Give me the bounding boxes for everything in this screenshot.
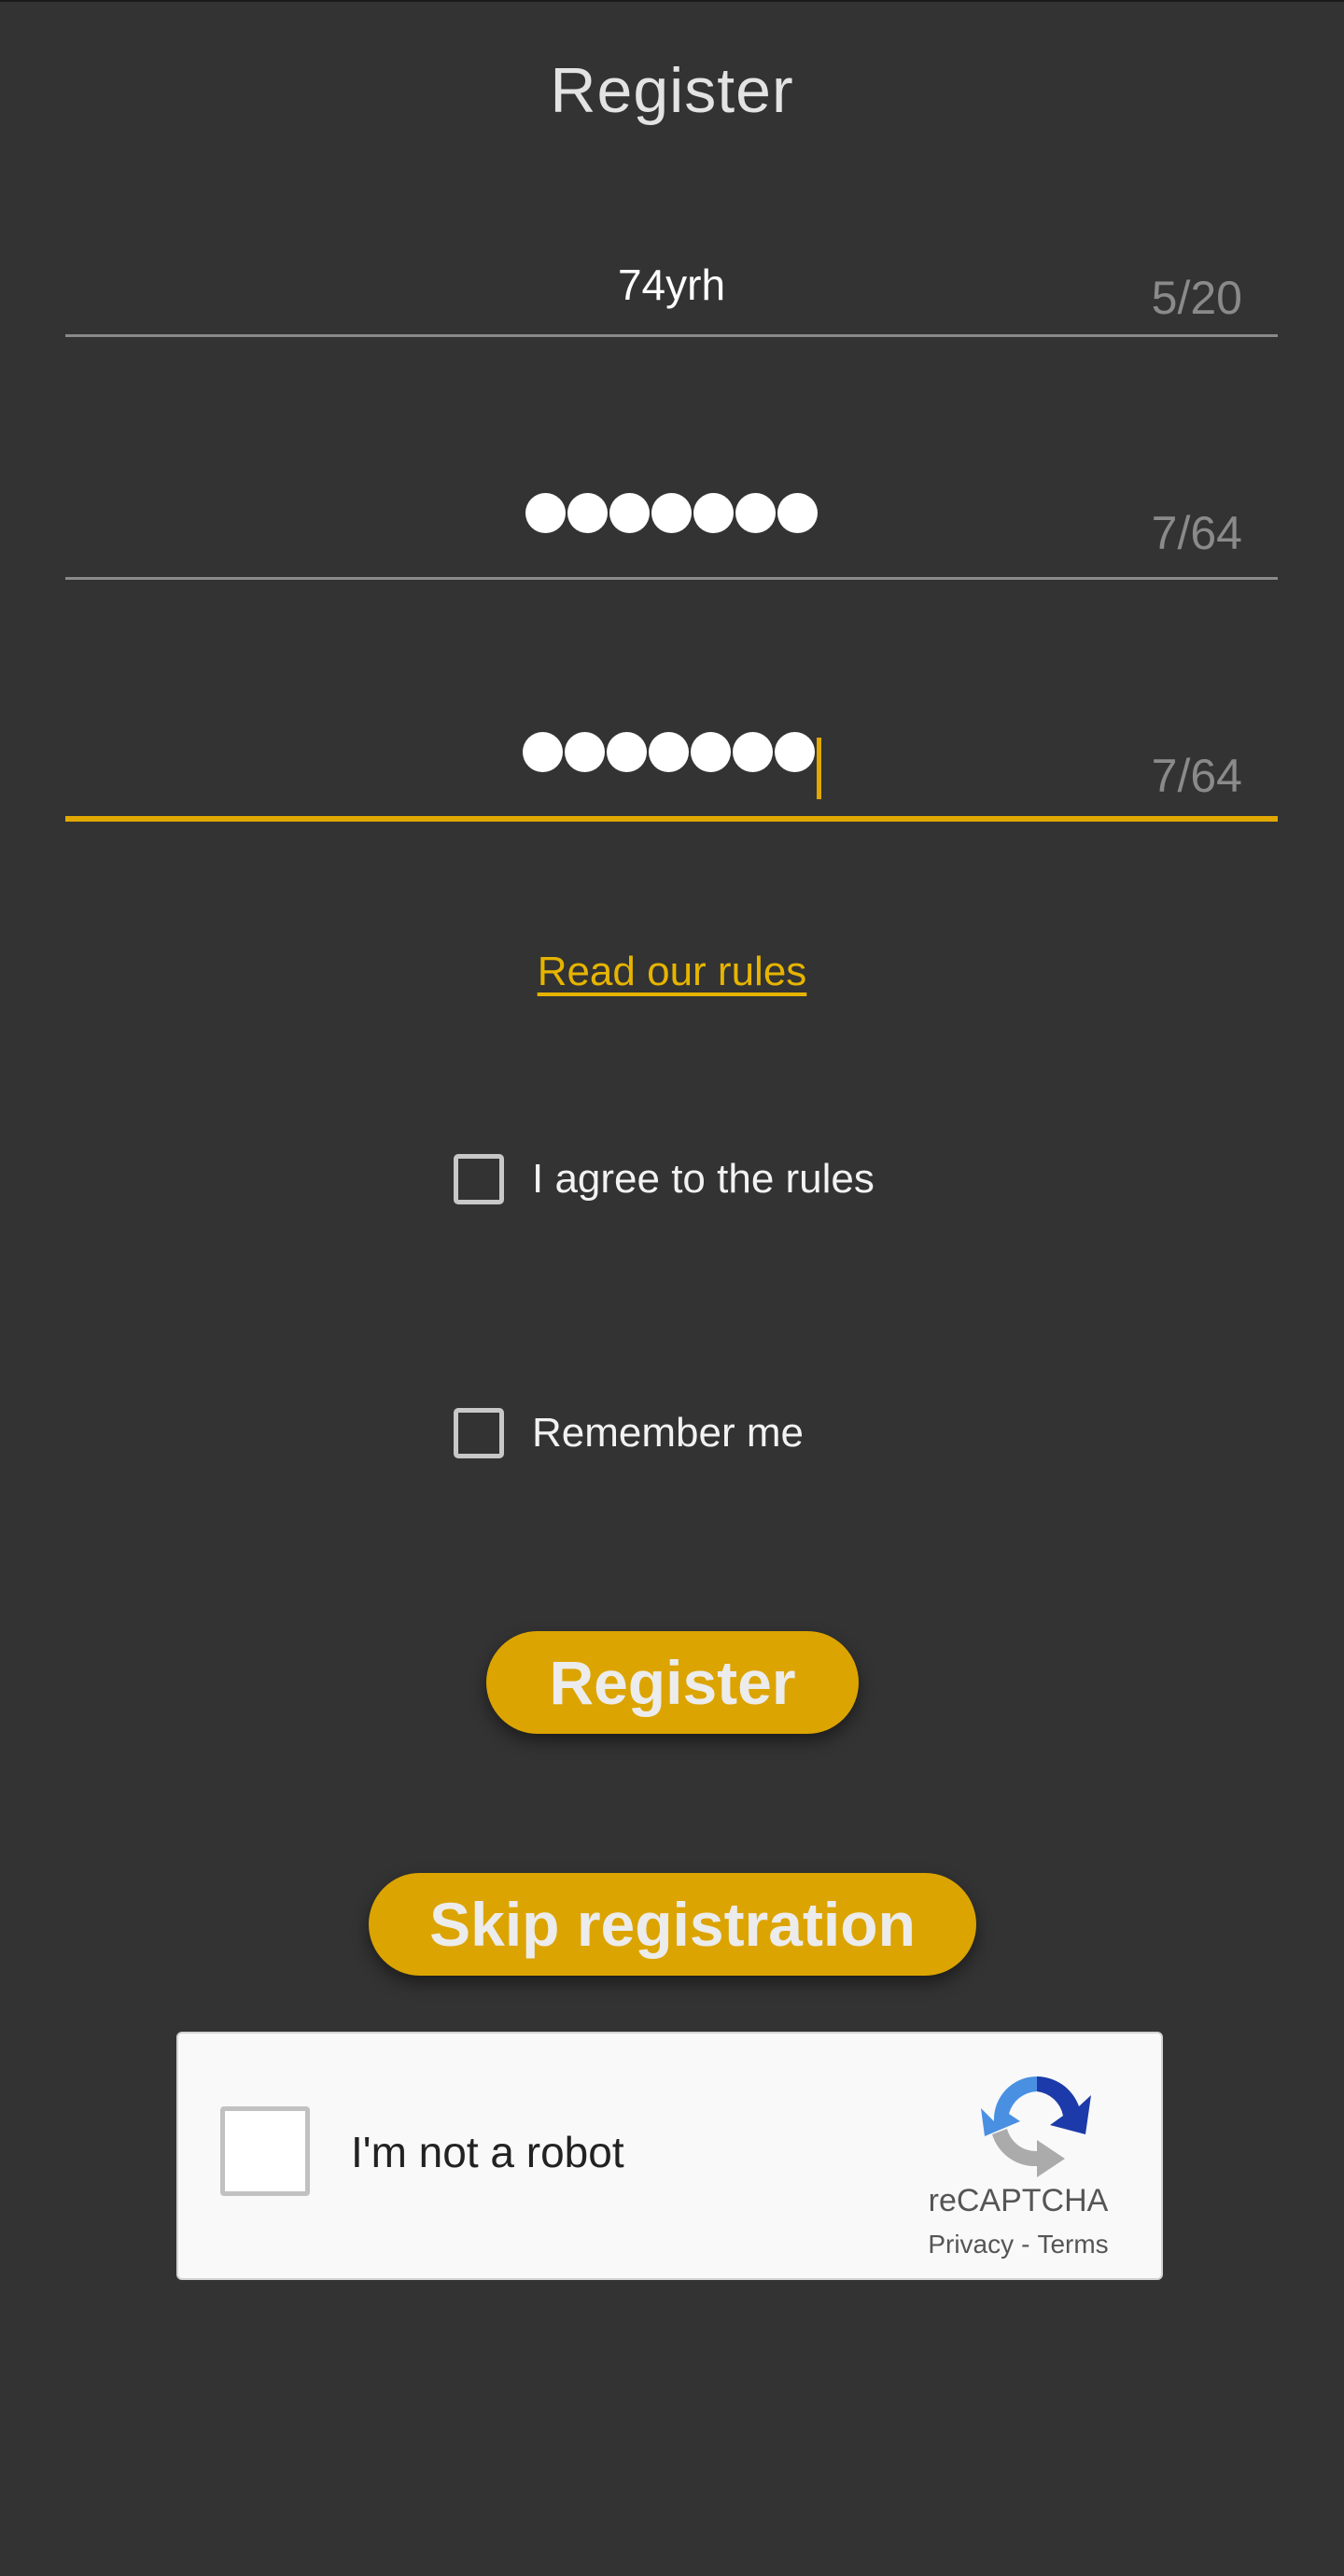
remember-me-label: Remember me: [532, 1410, 804, 1456]
recaptcha-terms-link[interactable]: Terms: [1037, 2230, 1108, 2259]
remember-me-checkbox[interactable]: [454, 1408, 504, 1458]
password-underline: [65, 577, 1278, 580]
password-mask-dot: [648, 732, 689, 772]
register-button[interactable]: Register: [486, 1631, 859, 1734]
recaptcha-logo-icon: [981, 2076, 1091, 2177]
password-mask-dot: [732, 732, 773, 772]
password-mask-dot: [567, 493, 608, 533]
recaptcha-checkbox[interactable]: [220, 2106, 310, 2196]
password-counter: 7/64: [1151, 507, 1242, 559]
password-mask-dot: [735, 493, 776, 533]
password-mask-dot: [777, 493, 818, 533]
recaptcha-brand: reCAPTCHA: [928, 2183, 1109, 2218]
username-counter: 5/20: [1151, 272, 1242, 324]
password-mask-dot: [564, 732, 605, 772]
password-mask-dot: [690, 732, 731, 772]
remember-me-row[interactable]: Remember me: [454, 1403, 804, 1463]
username-underline: [65, 334, 1278, 337]
recaptcha-links: Privacy - Terms: [897, 2230, 1140, 2259]
agree-rules-row[interactable]: I agree to the rules: [454, 1149, 875, 1209]
password-mask-dot: [651, 493, 692, 533]
password-mask: [525, 493, 818, 533]
password-mask-dot: [693, 493, 734, 533]
agree-rules-checkbox[interactable]: [454, 1154, 504, 1204]
password-value: [65, 493, 1278, 538]
password-mask-dot: [606, 732, 647, 772]
skip-registration-button[interactable]: Skip registration: [369, 1873, 976, 1976]
confirm-password-value: [65, 732, 1278, 799]
password-field[interactable]: 7/64: [65, 476, 1278, 584]
text-caret: [816, 737, 821, 799]
confirm-password-mask: [522, 732, 815, 772]
password-mask-dot: [525, 493, 566, 533]
page-title: Register: [550, 55, 794, 126]
recaptcha-link-separator: -: [1021, 2230, 1030, 2259]
confirm-password-field[interactable]: 7/64: [65, 719, 1278, 826]
username-field[interactable]: 74yrh 5/20: [65, 252, 1278, 342]
password-mask-dot: [609, 493, 650, 533]
confirm-password-counter: 7/64: [1151, 750, 1242, 802]
read-rules-link[interactable]: Read our rules: [0, 949, 1344, 995]
recaptcha-label: I'm not a robot: [351, 2128, 624, 2176]
recaptcha-privacy-link[interactable]: Privacy: [928, 2230, 1014, 2259]
password-mask-dot: [774, 732, 815, 772]
password-mask-dot: [522, 732, 563, 772]
recaptcha-widget: I'm not a robot reCAPTCHA Privacy - Terms: [176, 2032, 1163, 2280]
confirm-password-underline: [65, 816, 1278, 822]
username-value: 74yrh: [617, 260, 726, 309]
agree-rules-label: I agree to the rules: [532, 1156, 875, 1202]
top-edge: [0, 0, 1344, 2]
